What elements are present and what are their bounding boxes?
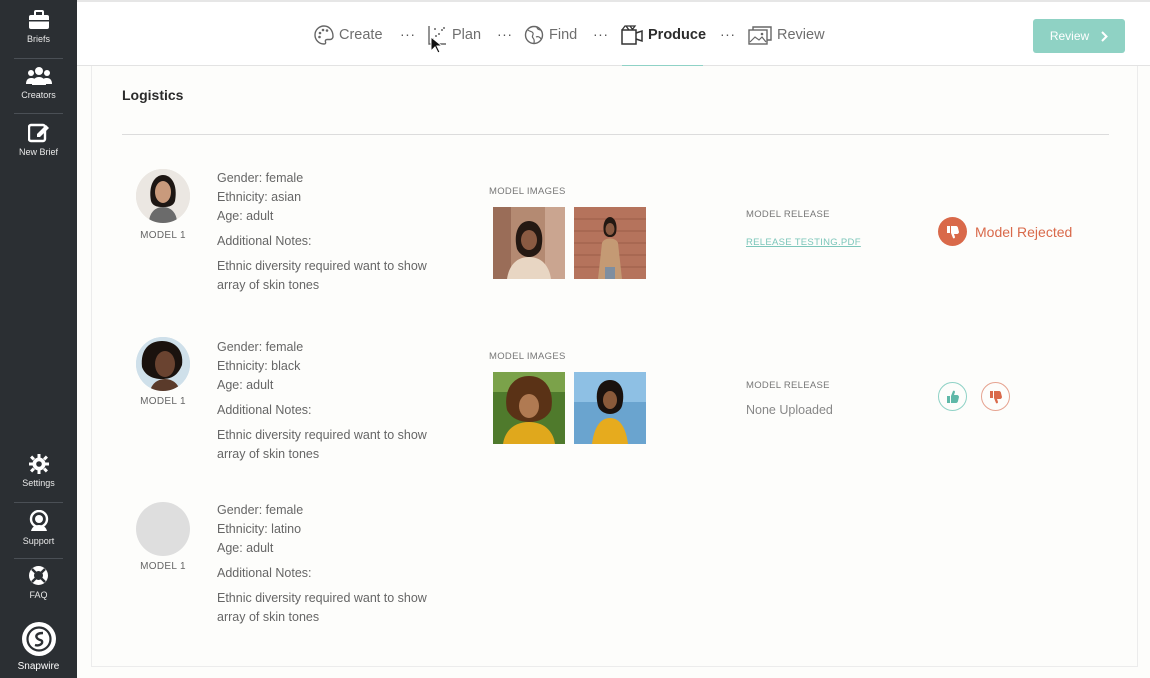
sidebar-item-label: Creators [21, 90, 56, 100]
step-label: Find [549, 27, 578, 43]
approve-button[interactable] [938, 382, 967, 411]
more-dots[interactable]: ··· [720, 26, 736, 42]
step-review[interactable]: Review [748, 22, 825, 48]
more-dots[interactable]: ··· [400, 26, 416, 42]
sidebar-item-settings[interactable]: Settings [0, 454, 77, 488]
sidebar-divider [14, 113, 63, 114]
sidebar-item-label: Briefs [26, 34, 50, 44]
model-ethnicity: Ethnicity: asian [217, 190, 302, 204]
release-status: None Uploaded [746, 403, 833, 417]
model-ethnicity: Ethnicity: latino [217, 522, 302, 536]
palette-icon [314, 25, 334, 45]
mouse-cursor-icon [430, 36, 442, 54]
review-button-label: Review [1049, 29, 1090, 43]
workflow-nav: Create ··· Plan ··· Find ··· Produce ···… [77, 0, 1150, 67]
model-release-title: MODEL RELEASE [746, 209, 830, 220]
model-row: MODEL 1 Gender: female Ethnicity: asian … [92, 166, 1139, 326]
notes-label: Additional Notes: [217, 234, 312, 248]
sidebar-item-creators[interactable]: Creators [0, 66, 77, 100]
clapper-icon [621, 25, 643, 45]
section-title: Logistics [122, 87, 184, 103]
model-avatar[interactable] [136, 337, 190, 391]
brand-label: Snapwire [17, 661, 60, 672]
model-images-title: MODEL IMAGES [489, 351, 566, 362]
headset-icon [29, 510, 48, 531]
model-label: MODEL 1 [140, 230, 186, 241]
reject-button[interactable] [981, 382, 1010, 411]
step-find[interactable]: Find [524, 22, 577, 48]
snapwire-logo-icon [21, 622, 56, 656]
sidebar-item-faq[interactable]: FAQ [0, 565, 77, 600]
sidebar-item-label: Support [22, 536, 55, 546]
sidebar-divider [14, 558, 63, 559]
model-info: Gender: female Ethnicity: asian Age: adu… [217, 169, 427, 295]
notes-label: Additional Notes: [217, 566, 312, 580]
thumbs-down-icon [989, 390, 1002, 403]
section-divider [122, 134, 1109, 135]
gear-icon [28, 454, 49, 474]
images-icon [748, 26, 772, 45]
chevron-right-icon [1101, 30, 1109, 42]
thumbs-up-icon [946, 390, 959, 403]
sidebar-item-briefs[interactable]: Briefs [0, 10, 77, 44]
sidebar-item-support[interactable]: Support [0, 510, 77, 546]
sidebar-item-label: FAQ [29, 590, 48, 600]
sidebar-item-new-brief[interactable]: New Brief [0, 121, 77, 157]
model-age: Age: adult [217, 209, 274, 223]
model-image-thumbnail[interactable] [493, 372, 565, 444]
review-button[interactable]: Review [1033, 19, 1125, 53]
briefcase-icon [28, 10, 49, 29]
sidebar-divider [14, 58, 63, 59]
model-avatar-placeholder[interactable] [136, 502, 190, 556]
model-ethnicity: Ethnicity: black [217, 359, 301, 373]
globe-icon [524, 25, 544, 45]
snapwire-logo[interactable]: Snapwire [0, 622, 77, 672]
model-label: MODEL 1 [140, 561, 186, 572]
model-info: Gender: female Ethnicity: black Age: adu… [217, 338, 427, 464]
model-label: MODEL 1 [140, 396, 186, 407]
model-row: MODEL 1 Gender: female Ethnicity: black … [92, 336, 1139, 496]
model-age: Age: adult [217, 541, 274, 555]
step-produce[interactable]: Produce [621, 22, 706, 48]
model-images-title: MODEL IMAGES [489, 186, 566, 197]
thumbs-down-icon [938, 217, 967, 246]
model-row: MODEL 1 Gender: female Ethnicity: latino… [92, 502, 1139, 662]
sidebar-item-label: Settings [22, 478, 55, 488]
lifebuoy-icon [29, 566, 48, 585]
status-label: Model Rejected [975, 223, 1073, 240]
model-info: Gender: female Ethnicity: latino Age: ad… [217, 501, 427, 627]
users-icon [25, 67, 52, 85]
model-avatar[interactable] [136, 169, 190, 223]
model-release-title: MODEL RELEASE [746, 380, 830, 391]
edit-icon [27, 123, 49, 143]
sidebar: Briefs Creators New Brief Settings Suppo… [0, 0, 77, 678]
release-file-link[interactable]: RELEASE TESTING.PDF [746, 237, 861, 248]
model-image-thumbnail[interactable] [574, 372, 646, 444]
step-label: Plan [452, 27, 482, 43]
model-rejected-status: Model Rejected [938, 217, 1072, 246]
model-image-thumbnail[interactable] [574, 207, 646, 279]
model-gender: Gender: female [217, 171, 304, 185]
step-label: Review [777, 27, 825, 43]
model-notes: Ethnic diversity required want to show a… [217, 428, 427, 461]
model-notes: Ethnic diversity required want to show a… [217, 591, 427, 624]
model-gender: Gender: female [217, 503, 304, 517]
notes-label: Additional Notes: [217, 403, 312, 417]
model-gender: Gender: female [217, 340, 304, 354]
logistics-card: Logistics MODEL 1 Gender: female Ethnici… [91, 66, 1138, 667]
sidebar-divider [14, 502, 63, 503]
model-notes: Ethnic diversity required want to show a… [217, 259, 427, 292]
more-dots[interactable]: ··· [593, 26, 609, 42]
step-label: Create [339, 27, 383, 43]
model-age: Age: adult [217, 378, 274, 392]
step-label: Produce [648, 27, 707, 43]
model-image-thumbnail[interactable] [493, 207, 565, 279]
sidebar-item-label: New Brief [18, 147, 58, 157]
more-dots[interactable]: ··· [497, 26, 513, 42]
step-create[interactable]: Create [314, 22, 383, 48]
